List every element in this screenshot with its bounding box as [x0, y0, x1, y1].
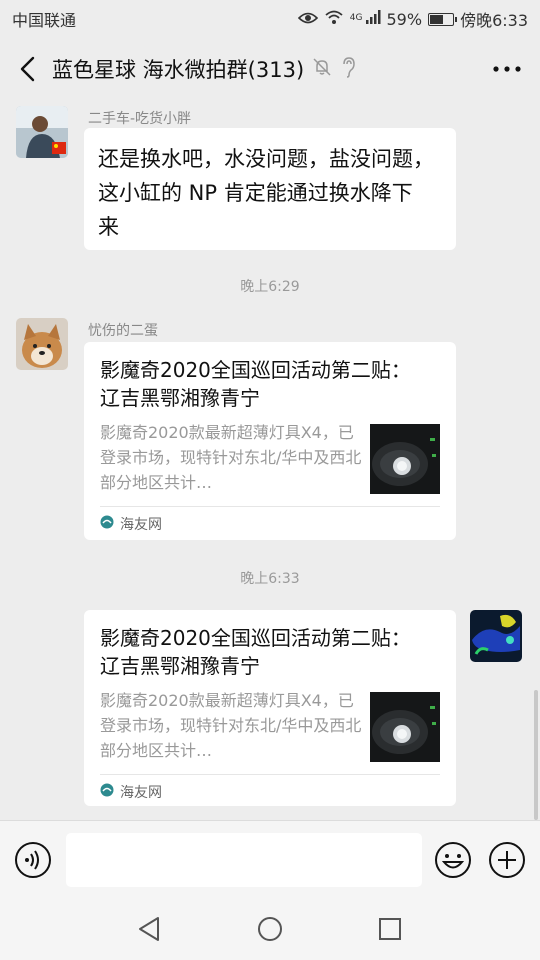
card-description: 影魔奇2020款最新超薄灯具X4，已登录市场，现特针对东北/华中及西北部分地区共… [100, 691, 362, 760]
voice-icon[interactable] [14, 841, 52, 879]
battery-percent: 59% [386, 9, 423, 29]
card-description: 影魔奇2020款最新超薄灯具X4，已登录市场，现特针对东北/华中及西北部分地区共… [100, 423, 362, 492]
card-divider [100, 506, 440, 507]
card-source: 海友网 [100, 782, 162, 802]
timestamp: 晚上6:33 [240, 571, 300, 587]
status-bar: 中国联通 4G 59% 傍晚6:33 [0, 0, 540, 38]
clock: 傍晚6:33 [460, 11, 528, 30]
sender-name: 二手车-吃货小胖 [88, 111, 192, 127]
source-logo-icon [100, 515, 114, 533]
card-title: 影魔奇2020全国巡回活动第二贴： 辽吉黑鄂湘豫青宁 [100, 358, 411, 410]
chat-area[interactable]: 二手车-吃货小胖 还是换水吧，水没问题，盐没问题， 这小缸的 NP 肯定能通过换… [0, 100, 540, 820]
card-title: 影魔奇2020全国巡回活动第二贴： 辽吉黑鄂湘豫青宁 [100, 626, 411, 678]
signal-icon [365, 9, 381, 29]
scrollbar[interactable] [534, 690, 538, 820]
back-icon[interactable] [10, 49, 44, 89]
avatar[interactable] [16, 106, 68, 158]
emoji-icon[interactable] [434, 841, 472, 879]
nav-recent-icon[interactable] [373, 912, 407, 946]
nav-back-icon[interactable] [132, 912, 166, 946]
card-thumbnail [370, 692, 440, 762]
card-source: 海友网 [100, 514, 162, 534]
network-type-label: 4G [349, 13, 363, 23]
input-bar [0, 820, 540, 898]
mute-icon [312, 57, 332, 81]
card-divider [100, 774, 440, 775]
avatar[interactable] [16, 318, 68, 370]
status-right: 4G 59% 傍晚6:33 [297, 7, 528, 31]
message-text-line: 这小缸的 NP 肯定能通过换水降下 [98, 181, 413, 205]
timestamp: 晚上6:29 [240, 279, 300, 295]
source-logo-icon [100, 783, 114, 801]
sender-name: 忧伤的二蛋 [88, 323, 158, 339]
battery-icon [428, 12, 458, 26]
ear-icon [340, 56, 358, 82]
wifi-icon [324, 9, 344, 29]
card-thumbnail [370, 424, 440, 494]
system-nav-bar [0, 898, 540, 960]
message-input[interactable] [66, 833, 422, 887]
plus-icon[interactable] [488, 841, 526, 879]
eye-icon [297, 10, 318, 29]
link-card[interactable]: 影魔奇2020全国巡回活动第二贴： 辽吉黑鄂湘豫青宁 影魔奇2020款最新超薄灯… [84, 342, 456, 540]
nav-home-icon[interactable] [253, 912, 287, 946]
message-bubble[interactable]: 还是换水吧，水没问题，盐没问题， 这小缸的 NP 肯定能通过换水降下 来 [84, 128, 456, 250]
source-name: 海友网 [120, 517, 162, 533]
avatar[interactable] [470, 610, 522, 662]
message-text-line: 来 [98, 215, 119, 239]
source-name: 海友网 [120, 785, 162, 801]
chat-header: 蓝色星球 海水微拍群(313) [0, 38, 540, 100]
carrier-label: 中国联通 [12, 11, 77, 30]
title-icons [312, 56, 358, 82]
message-text-line: 还是换水吧，水没问题，盐没问题， [98, 147, 434, 171]
link-card[interactable]: 影魔奇2020全国巡回活动第二贴： 辽吉黑鄂湘豫青宁 影魔奇2020款最新超薄灯… [84, 610, 456, 806]
chat-title[interactable]: 蓝色星球 海水微拍群(313) [52, 54, 304, 84]
more-icon[interactable] [492, 56, 522, 82]
